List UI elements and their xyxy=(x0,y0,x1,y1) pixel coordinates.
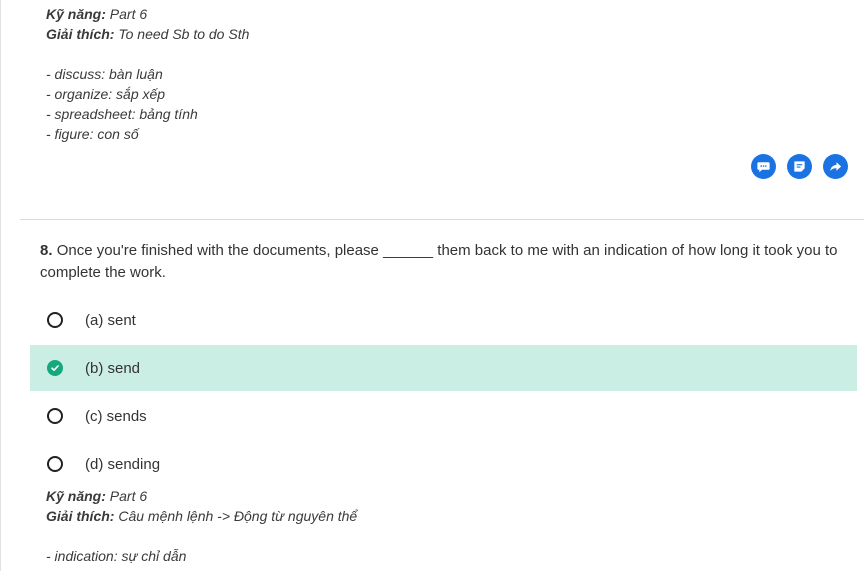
explanation-bottom: Kỹ năng: Part 6 Giải thích: Câu mệnh lện… xyxy=(46,486,357,566)
option-label: (a) sent xyxy=(85,311,136,329)
comment-button[interactable] xyxy=(751,154,776,179)
left-border xyxy=(0,0,1,571)
skill-line: Kỹ năng: Part 6 xyxy=(46,486,357,506)
radio-unchecked-icon[interactable] xyxy=(47,312,63,328)
section-divider xyxy=(20,219,864,220)
vocab-item: - spreadsheet: bảng tính xyxy=(46,106,198,122)
option-c[interactable]: (c) sends xyxy=(30,393,857,439)
skill-line: Kỹ năng: Part 6 xyxy=(46,4,249,24)
question-text: 8. Once you're finished with the documen… xyxy=(40,240,845,284)
skill-label: Kỹ năng: xyxy=(46,488,106,504)
action-bar xyxy=(751,154,848,179)
skill-label: Kỹ năng: xyxy=(46,6,106,22)
vocab-item: - indication: sự chỉ dẫn xyxy=(46,548,187,564)
explanation-top: Kỹ năng: Part 6 Giải thích: To need Sb t… xyxy=(46,4,249,144)
explain-line: Giải thích: To need Sb to do Sth xyxy=(46,24,249,44)
explain-line: Giải thích: Câu mệnh lệnh -> Động từ ngu… xyxy=(46,506,357,526)
note-icon xyxy=(794,161,805,172)
vocab-item: - organize: sắp xếp xyxy=(46,86,166,102)
radio-unchecked-icon[interactable] xyxy=(47,408,63,424)
vocab-item: - figure: con số xyxy=(46,126,139,142)
option-a[interactable]: (a) sent xyxy=(30,297,857,343)
option-label: (d) sending xyxy=(85,455,161,473)
explain-value: To need Sb to do Sth xyxy=(118,26,250,42)
vocab-item: - discuss: bàn luận xyxy=(46,66,163,82)
explain-label: Giải thích: xyxy=(46,508,115,524)
option-label: (c) sends xyxy=(85,407,147,425)
comment-icon xyxy=(757,162,770,173)
share-button[interactable] xyxy=(823,154,848,179)
skill-value: Part 6 xyxy=(109,6,148,22)
option-b[interactable]: (b) send xyxy=(30,345,857,391)
option-d[interactable]: (d) sending xyxy=(30,441,857,487)
explain-value: Câu mệnh lệnh -> Động từ nguyên thể xyxy=(118,508,358,524)
note-button[interactable] xyxy=(787,154,812,179)
explain-label: Giải thích: xyxy=(46,26,115,42)
question-body: Once you're finished with the documents,… xyxy=(40,242,838,281)
option-label: (b) send xyxy=(85,359,141,377)
share-icon xyxy=(830,162,842,171)
question-number: 8. xyxy=(40,242,53,259)
check-circle-icon[interactable] xyxy=(47,360,63,376)
skill-value: Part 6 xyxy=(109,488,148,504)
radio-unchecked-icon[interactable] xyxy=(47,456,63,472)
